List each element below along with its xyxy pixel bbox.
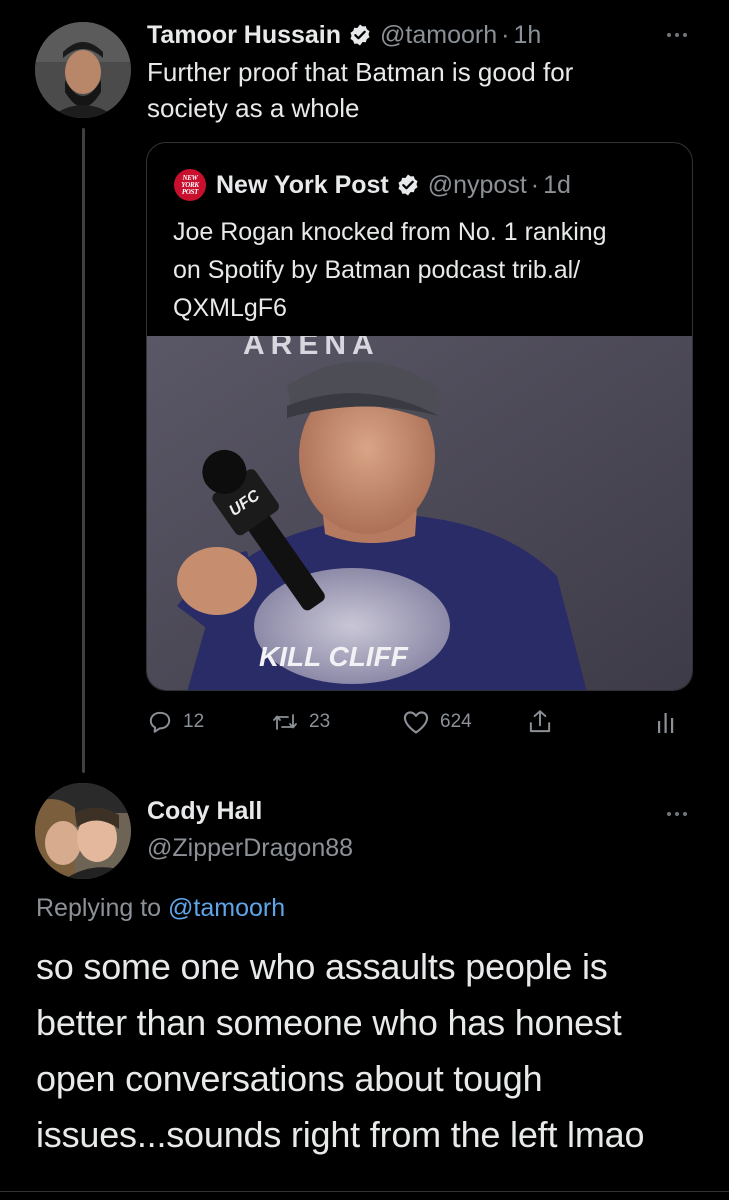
reply-button[interactable]: 12 <box>147 704 204 740</box>
replying-to-line: Replying to @tamoorh <box>36 894 285 923</box>
separator: · <box>530 170 540 199</box>
verified-badge-icon <box>348 23 372 47</box>
tweet-header: Tamoor Hussain @tamoorh · 1h <box>147 18 541 52</box>
arena-sign-text: ARENA <box>243 336 380 361</box>
retweet-count: 23 <box>309 711 331 732</box>
reply-count: 12 <box>183 711 205 732</box>
divider <box>0 1191 729 1192</box>
joe-rogan-photo: ARENA KILL CLIFF UFC <box>147 336 692 690</box>
tweet-text: Further proof that Batman is good for so… <box>147 57 574 123</box>
shirt-logo-text: KILL CLIFF <box>259 641 409 672</box>
reply-more-options-icon[interactable] <box>667 812 687 816</box>
more-options-icon[interactable] <box>667 33 687 37</box>
reply-text: so some one who assaults people is bette… <box>36 946 645 1155</box>
quoted-tweet-photo[interactable]: ARENA KILL CLIFF UFC <box>147 336 692 690</box>
quoted-tweet-card[interactable]: NEW YORK POST New York Post @nypost · 1d… <box>146 142 693 691</box>
tweet-timestamp[interactable]: 1h <box>513 21 541 50</box>
separator: · <box>501 20 510 49</box>
nypost-logo-text: NEW YORK POST <box>181 173 199 196</box>
reply-avatar-image <box>35 783 131 879</box>
verified-badge-icon <box>396 173 420 197</box>
author-avatar-image <box>35 22 131 118</box>
share-icon <box>529 710 551 733</box>
replying-to-label: Replying to <box>36 894 162 922</box>
analytics-button[interactable] <box>655 704 677 740</box>
quoted-tweet-header: NEW YORK POST New York Post @nypost · 1d <box>174 167 571 203</box>
thread-connector-line <box>82 128 85 773</box>
reply-icon <box>149 711 171 733</box>
quoted-author-handle: @nypost <box>427 170 527 199</box>
author-avatar[interactable] <box>35 22 131 118</box>
like-button[interactable]: 624 <box>402 704 472 740</box>
analytics-icon <box>658 713 674 733</box>
quoted-tweet-text: Joe Rogan knocked from No. 1 ranking on … <box>173 218 607 322</box>
replying-to-mention[interactable]: @tamoorh <box>168 894 285 922</box>
reply-author-handle[interactable]: @ZipperDragon88 <box>147 834 353 863</box>
retweet-icon <box>273 714 297 730</box>
like-count: 624 <box>440 711 472 732</box>
heart-icon <box>403 711 429 734</box>
quoted-tweet-timestamp: 1d <box>543 170 571 199</box>
reply-author-avatar[interactable] <box>35 783 131 879</box>
retweet-button[interactable]: 23 <box>271 704 330 740</box>
reply-author-name[interactable]: Cody Hall <box>147 797 262 826</box>
author-name[interactable]: Tamoor Hussain <box>147 21 341 50</box>
author-handle[interactable]: @tamoorh <box>380 21 497 50</box>
share-button[interactable] <box>527 704 553 740</box>
tweet-actions: 12 23 624 <box>147 704 687 740</box>
quoted-author-name: New York Post <box>216 170 389 199</box>
nypost-avatar[interactable]: NEW YORK POST <box>174 169 206 201</box>
